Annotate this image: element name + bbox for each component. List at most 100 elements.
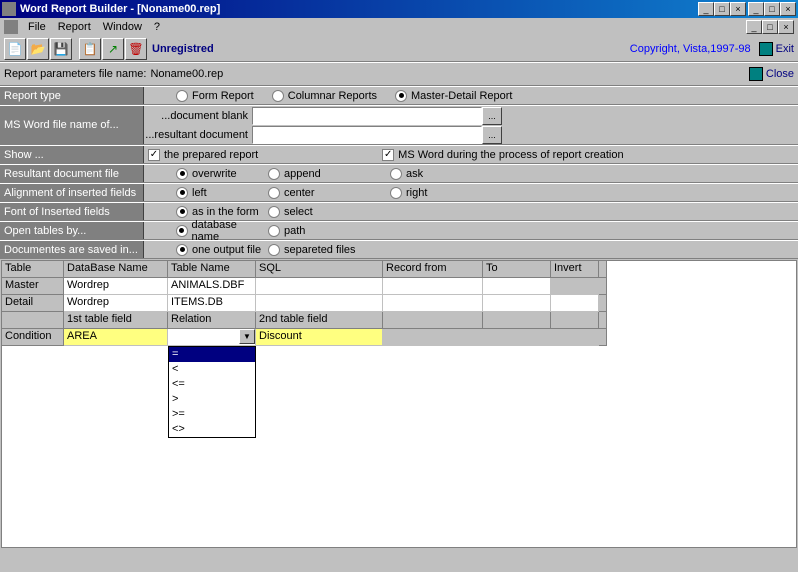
close-button[interactable]: × (780, 2, 796, 16)
grid-cell[interactable]: ITEMS.DB (168, 295, 256, 312)
radio-center[interactable]: center (268, 187, 386, 199)
save-button[interactable]: 💾 (50, 38, 72, 60)
grid-spacer (599, 278, 607, 295)
minimize-button[interactable]: _ (748, 2, 764, 16)
radio-overwrite[interactable]: overwrite (176, 168, 264, 180)
grid-cell[interactable] (383, 295, 483, 312)
maximize-button[interactable]: □ (764, 2, 780, 16)
export-button[interactable]: ↗ (102, 38, 124, 60)
menu-window[interactable]: Window (97, 21, 148, 33)
browse-doc-blank-button[interactable]: ... (482, 107, 502, 125)
grid-header[interactable]: To (483, 261, 551, 278)
grid-cell (483, 329, 551, 346)
close-panel-button[interactable]: Close (749, 67, 794, 81)
grid-header[interactable]: Relation (168, 312, 256, 329)
dropdown-item[interactable]: <> (169, 422, 255, 437)
input-resultant-doc[interactable] (252, 126, 482, 144)
grid-cell[interactable] (256, 278, 383, 295)
combo-dropdown-button[interactable]: ▼ (239, 329, 255, 344)
radio-one-file[interactable]: one output file (176, 244, 264, 256)
radio-master-detail[interactable]: Master-Detail Report (395, 90, 512, 102)
close-panel-label: Close (766, 68, 794, 80)
radio-select[interactable]: select (268, 206, 313, 218)
radio-as-in-form[interactable]: as in the form (176, 206, 264, 218)
app-icon (2, 2, 16, 16)
grid-header (383, 312, 483, 329)
menubar: File Report Window ? _ □ × (0, 18, 798, 36)
grid-cell[interactable] (256, 295, 383, 312)
open-button[interactable]: 📂 (27, 38, 49, 60)
copyright-label: Copyright, Vista,1997-98 (630, 43, 751, 55)
mdi-close2-button[interactable]: × (778, 20, 794, 34)
radio-append[interactable]: append (268, 168, 386, 180)
grid-cell[interactable]: Wordrep (64, 278, 168, 295)
mdi-buttons: _ □ × (698, 2, 746, 16)
input-doc-blank[interactable] (252, 107, 482, 125)
dropdown-item[interactable]: = (169, 347, 255, 362)
row-alignment: Alignment of inserted fields left center… (0, 183, 798, 202)
grid-cell[interactable] (551, 295, 599, 312)
grid-panel: Table DataBase Name Table Name SQL Recor… (1, 260, 797, 548)
grid-cell-relation-combo[interactable]: ▼ (168, 329, 256, 346)
grid-cell[interactable] (383, 278, 483, 295)
dropdown-item[interactable]: > (169, 392, 255, 407)
unregistered-label: Unregistred (152, 43, 214, 55)
exit-icon (759, 42, 773, 56)
menu-help[interactable]: ? (148, 21, 166, 33)
radio-ask[interactable]: ask (390, 168, 423, 180)
grid-header[interactable]: 2nd table field (256, 312, 383, 329)
grid-cell-2nd-field[interactable]: Discount (256, 329, 383, 346)
radio-right[interactable]: right (390, 187, 427, 199)
grid-cell[interactable] (483, 295, 551, 312)
browse-resultant-doc-button[interactable]: ... (482, 126, 502, 144)
check-prepared-report[interactable]: ✓the prepared report (148, 149, 258, 161)
relation-dropdown[interactable]: = < <= > >= <> (168, 346, 256, 438)
row-resultant: Resultant document file overwrite append… (0, 164, 798, 183)
run-button[interactable]: 📋 (79, 38, 101, 60)
grid-row-label: Condition (2, 329, 64, 346)
label-show: Show ... (0, 146, 144, 163)
dropdown-item[interactable]: <= (169, 377, 255, 392)
data-grid[interactable]: Table DataBase Name Table Name SQL Recor… (2, 261, 796, 346)
grid-spacer (599, 329, 607, 346)
mdi-min-button[interactable]: _ (698, 2, 714, 16)
mdi-min2-button[interactable]: _ (746, 20, 762, 34)
close-panel-icon (749, 67, 763, 81)
check-msword-during[interactable]: ✓MS Word during the process of report cr… (382, 149, 623, 161)
delete-button[interactable]: 🗑 (125, 38, 147, 60)
dropdown-item[interactable]: < (169, 362, 255, 377)
grid-cell[interactable]: Wordrep (64, 295, 168, 312)
menu-sys-icon[interactable] (4, 20, 18, 34)
grid-header[interactable]: Table (2, 261, 64, 278)
row-report-type: Report type Form Report Columnar Reports… (0, 86, 798, 105)
menu-file[interactable]: File (22, 21, 52, 33)
mdi-max2-button[interactable]: □ (762, 20, 778, 34)
grid-header[interactable]: DataBase Name (64, 261, 168, 278)
grid-header[interactable]: Table Name (168, 261, 256, 278)
menu-report[interactable]: Report (52, 21, 97, 33)
grid-header[interactable]: SQL (256, 261, 383, 278)
label-resultant: Resultant document file (0, 165, 144, 182)
dropdown-item[interactable]: >= (169, 407, 255, 422)
radio-left[interactable]: left (176, 187, 264, 199)
label-doc-blank: ...document blank (144, 110, 252, 122)
radio-separated[interactable]: separeted files (268, 244, 356, 256)
label-docs-saved: Documentes are saved in... (0, 241, 144, 258)
mdi-close-button[interactable]: × (730, 2, 746, 16)
grid-header[interactable]: Invert (551, 261, 599, 278)
radio-path[interactable]: path (268, 225, 305, 237)
exit-button[interactable]: Exit (759, 42, 794, 56)
radio-form-report[interactable]: Form Report (176, 90, 254, 102)
radio-columnar-reports[interactable]: Columnar Reports (272, 90, 377, 102)
grid-cell (551, 329, 599, 346)
grid-cell[interactable] (483, 278, 551, 295)
grid-row-label: Master (2, 278, 64, 295)
radio-database-name[interactable]: database name (176, 219, 264, 243)
label-filename: MS Word file name of... (0, 106, 144, 144)
grid-cell-1st-field[interactable]: AREA (64, 329, 168, 346)
new-button[interactable]: 📄 (4, 38, 26, 60)
grid-header[interactable]: Record from (383, 261, 483, 278)
grid-header[interactable]: 1st table field (64, 312, 168, 329)
grid-cell[interactable]: ANIMALS.DBF (168, 278, 256, 295)
mdi-max-button[interactable]: □ (714, 2, 730, 16)
